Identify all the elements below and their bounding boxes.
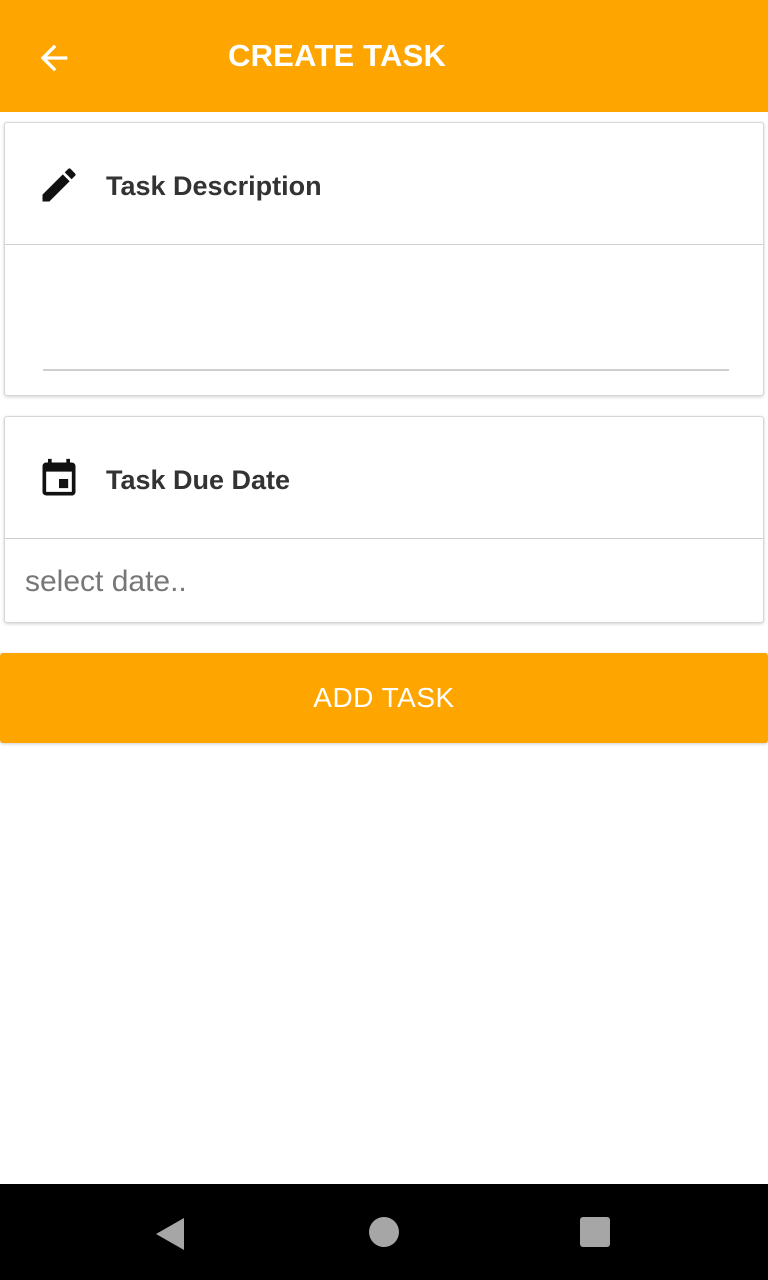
task-description-card: Task Description (4, 122, 764, 396)
page-title: CREATE TASK (228, 38, 447, 73)
arrow-back-icon (40, 44, 68, 72)
due-date-input[interactable] (25, 547, 745, 617)
task-due-date-header: Task Due Date (5, 417, 763, 539)
app-bar: CREATE TASK (0, 0, 768, 112)
task-due-date-card: Task Due Date (4, 416, 764, 623)
pencil-icon (42, 168, 76, 202)
back-button[interactable] (30, 34, 78, 82)
add-task-button[interactable]: ADD TASK (0, 653, 768, 743)
task-due-date-label: Task Due Date (106, 465, 291, 495)
nav-recents-icon[interactable] (580, 1217, 610, 1247)
nav-back-icon[interactable] (152, 1214, 192, 1254)
task-description-header: Task Description (5, 123, 763, 245)
task-description-label: Task Description (106, 171, 322, 201)
task-description-input[interactable] (43, 303, 729, 371)
calendar-icon (42, 458, 76, 496)
nav-home-icon[interactable] (369, 1217, 399, 1247)
